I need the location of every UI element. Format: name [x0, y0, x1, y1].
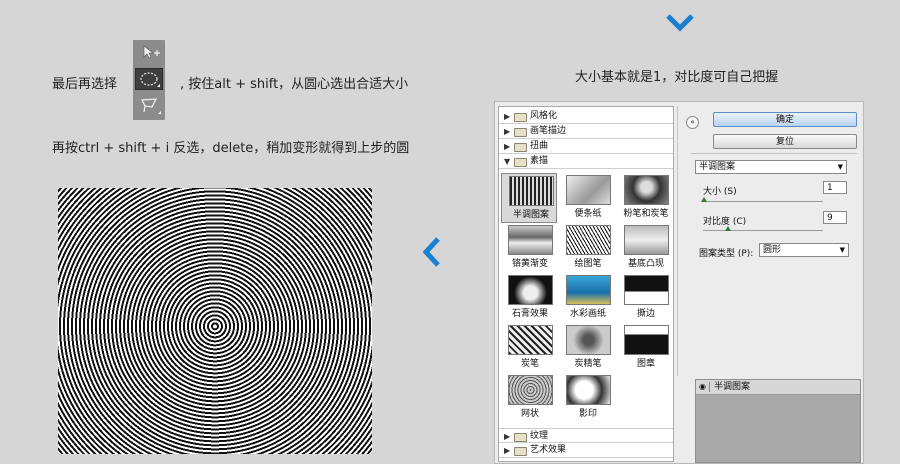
- pattern-type-value: 圆形: [763, 245, 782, 255]
- thumb-label: 影印: [578, 409, 597, 419]
- eye-icon[interactable]: ◉: [699, 382, 710, 392]
- thumb-label: 撕边: [636, 309, 655, 319]
- pane-divider: [677, 106, 678, 376]
- instruction-line1-prefix: 最后再选择: [52, 77, 118, 92]
- effect-layer-row[interactable]: ◉ 半调图案: [696, 380, 860, 395]
- dropdown-arrow-icon: ▼: [837, 163, 843, 171]
- move-tool-icon: [143, 45, 160, 59]
- folder-open-icon: [514, 158, 527, 167]
- category-label: 扭曲: [530, 141, 549, 151]
- right-caption: 大小基本就是1，对比度可自己把握: [575, 70, 779, 85]
- instruction-line1-suffix: , 按住alt + shift，从圆心选出合适大小: [180, 77, 409, 92]
- category-sketch[interactable]: ▼ 素描: [499, 154, 673, 169]
- size-input[interactable]: 1: [823, 181, 847, 194]
- move-tool-button[interactable]: [135, 42, 163, 64]
- folder-icon: [514, 447, 527, 456]
- size-slider-track: [703, 201, 823, 202]
- filter-gallery-panel: ▶ 风格化 ▶ 画笔描边 ▶ 扭曲 ▼ 素描 半调图案 便条纸 粉笔和炭笔 铬黄…: [494, 101, 864, 464]
- effect-layers-panel: ◉ 半调图案: [695, 379, 861, 463]
- thumb-label: 石膏效果: [511, 309, 548, 319]
- chevron-down-icon: [666, 14, 694, 32]
- category-artistic[interactable]: ▶ 艺术效果: [499, 443, 673, 458]
- dropdown-arrow-icon: ▼: [839, 246, 845, 254]
- instruction-line2: 再按ctrl + shift + i 反选，delete，稍加变形就得到上步的圆: [52, 141, 410, 156]
- thumb-plaster[interactable]: 石膏效果: [501, 273, 557, 323]
- pattern-type-label: 图案类型 (P):: [699, 249, 754, 259]
- thumb-water-paper[interactable]: 水彩画纸: [559, 273, 615, 323]
- thumb-torn-edges[interactable]: 撕边: [617, 273, 673, 323]
- thumb-label: 网状: [520, 409, 539, 419]
- thumb-chalk-charcoal[interactable]: 粉笔和炭笔: [617, 173, 673, 223]
- thumb-label: 水彩画纸: [569, 309, 606, 319]
- thumb-label: 半调图案: [512, 210, 549, 220]
- thumb-label: 图章: [636, 359, 655, 369]
- settings-divider: [691, 153, 857, 154]
- thumb-note-paper[interactable]: 便条纸: [559, 173, 615, 223]
- category-label: 画笔描边: [530, 126, 567, 136]
- thumb-bas-relief[interactable]: 基底凸现: [617, 223, 673, 273]
- category-label: 风格化: [530, 111, 558, 121]
- thumb-halftone-pattern[interactable]: 半调图案: [501, 173, 557, 223]
- thumb-label: 基底凸现: [627, 259, 664, 269]
- thumb-charcoal[interactable]: 炭笔: [501, 323, 557, 373]
- sketch-thumbnails: 半调图案 便条纸 粉笔和炭笔 铬黄渐变 绘图笔 基底凸现 石膏效果 水彩画纸 撕…: [499, 171, 673, 426]
- filter-select[interactable]: 半调图案 ▼: [695, 160, 847, 174]
- reset-button[interactable]: 复位: [713, 134, 857, 149]
- pattern-type-select[interactable]: 圆形 ▼: [759, 243, 849, 257]
- category-label: 纹理: [530, 431, 549, 441]
- contrast-slider-track: [703, 230, 823, 231]
- thumb-photocopy[interactable]: 影印: [559, 373, 615, 423]
- size-slider-knob[interactable]: [701, 197, 707, 202]
- filter-settings-pane: « 确定 复位 半调图案 ▼ 大小 (S) 1 对比度 (C) 9 图案类型 (…: [683, 106, 859, 376]
- category-stylize[interactable]: ▶ 风格化: [499, 109, 673, 124]
- thumb-reticulation[interactable]: 网状: [501, 373, 557, 423]
- thumb-label: 绘图笔: [574, 259, 602, 269]
- contrast-slider-knob[interactable]: [725, 226, 731, 231]
- thumb-label: 便条纸: [574, 209, 602, 219]
- category-brush-strokes[interactable]: ▶ 画笔描边: [499, 124, 673, 139]
- folder-icon: [514, 433, 527, 442]
- chevron-left-icon: [422, 237, 440, 267]
- ok-button[interactable]: 确定: [713, 112, 857, 127]
- category-label: 艺术效果: [530, 445, 567, 455]
- thumb-label: 炭笔: [520, 359, 539, 369]
- folder-icon: [514, 128, 527, 137]
- thumb-conte-crayon[interactable]: 炭精笔: [559, 323, 615, 373]
- concentric-circles-image: [58, 188, 372, 454]
- thumb-stamp[interactable]: 图章: [617, 323, 673, 373]
- thumb-label: 粉笔和炭笔: [623, 209, 669, 219]
- category-distort[interactable]: ▶ 扭曲: [499, 139, 673, 154]
- layer-name: 半调图案: [714, 382, 751, 392]
- thumb-label: 炭精笔: [574, 359, 602, 369]
- filter-list-pane: ▶ 风格化 ▶ 画笔描边 ▶ 扭曲 ▼ 素描 半调图案 便条纸 粉笔和炭笔 铬黄…: [498, 106, 674, 462]
- filter-select-value: 半调图案: [699, 162, 736, 172]
- tool-palette: [133, 40, 165, 120]
- thumb-graphic-pen[interactable]: 绘图笔: [559, 223, 615, 273]
- folder-icon: [514, 113, 527, 122]
- thumb-label: 铬黄渐变: [511, 259, 548, 269]
- size-label: 大小 (S): [703, 187, 737, 197]
- lasso-tool-button[interactable]: [135, 94, 163, 116]
- collapse-gallery-icon[interactable]: «: [686, 116, 699, 129]
- elliptical-marquee-tool-button[interactable]: [135, 68, 163, 90]
- contrast-input[interactable]: 9: [823, 211, 847, 224]
- category-texture[interactable]: ▶ 纹理: [499, 428, 673, 443]
- category-label: 素描: [530, 156, 549, 166]
- folder-icon: [514, 143, 527, 152]
- thumb-chrome[interactable]: 铬黄渐变: [501, 223, 557, 273]
